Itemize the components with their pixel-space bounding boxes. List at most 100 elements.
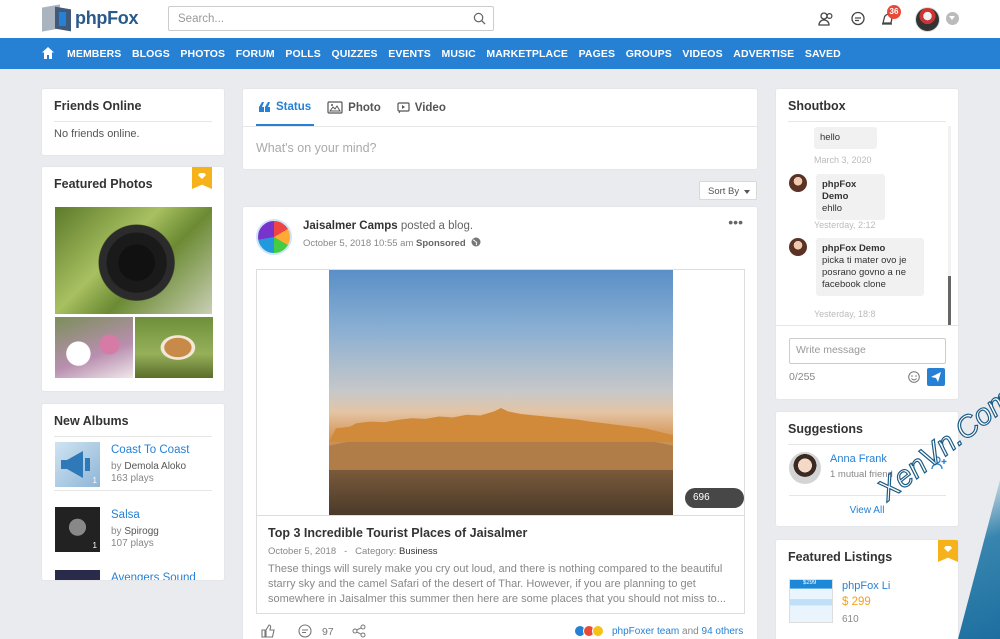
post-author-avatar[interactable] [256,219,292,255]
composer-tabs: Status Photo Video [256,89,459,126]
album-plays: 163 plays [111,473,154,484]
album-name[interactable]: Coast To Coast [111,444,189,456]
views-badge: 696 views [685,488,744,523]
nav-item-members[interactable]: MEMBERS [67,48,121,60]
friends-online-empty: No friends online. [54,128,140,140]
album-name[interactable]: Avengers Sound [111,572,196,580]
nav-item-groups[interactable]: GROUPS [626,48,672,60]
home-icon[interactable] [41,46,55,60]
nav-item-polls[interactable]: POLLS [285,48,321,60]
post-options-icon[interactable]: ••• [728,215,743,229]
search-box [168,6,494,31]
video-icon [397,101,410,113]
shout-message: hello [814,127,877,149]
emoji-icon[interactable] [908,371,920,383]
blog-description: These things will surely make you cry ou… [268,563,726,605]
friends-online-card: Friends Online No friends online. [42,89,224,155]
blog-category[interactable]: Business [399,546,438,557]
shout-char-counter: 0/255 [789,371,816,383]
post-author[interactable]: Jaisalmer Camps [303,220,398,232]
user-menu-chevron-icon[interactable] [946,12,959,25]
album-thumb[interactable] [55,570,100,580]
nav-item-music[interactable]: MUSIC [441,48,475,60]
featured-photo-2[interactable] [55,317,133,378]
shoutbox-title: Shoutbox [788,99,846,113]
album-item[interactable]: 1 Coast To Coast by Demola Aloko 163 pla… [55,442,215,488]
album-track-count: 1 [92,541,97,550]
send-button[interactable] [927,368,945,386]
listing-name[interactable]: phpFox Li [842,580,890,592]
messages-icon[interactable] [850,11,866,27]
listing-price: $ 299 [842,596,871,608]
listing-views: 610 [842,614,859,625]
like-icon[interactable] [261,624,276,638]
shout-time: Yesterday, 18:8 [814,309,876,319]
featured-listings-title: Featured Listings [788,550,893,564]
shoutbox-scrollbar[interactable] [948,126,951,326]
tab-photo[interactable]: Photo [324,89,384,126]
shout-time: Yesterday, 2:12 [814,220,876,230]
nav-item-events[interactable]: EVENTS [388,48,431,60]
divider [789,495,946,496]
comment-icon[interactable] [298,624,312,638]
globe-icon [471,237,481,247]
quote-icon [259,101,270,112]
blog-image[interactable] [329,270,673,515]
shout-avatar[interactable] [789,238,807,256]
tab-status[interactable]: Status [256,89,315,126]
featured-photo-3[interactable] [135,317,213,378]
featured-listings-card: Featured Listings $299 phpFox Li $ 299 6… [776,540,958,639]
blog-attachment[interactable]: 696 views Top 3 Incredible Tourist Place… [256,269,745,614]
user-avatar[interactable] [915,7,940,32]
top-bar: phpFox 36 [0,0,1000,38]
view-all-link[interactable]: View All [776,505,958,516]
search-icon[interactable] [473,12,486,25]
share-icon[interactable] [352,624,366,638]
friend-requests-icon[interactable] [818,11,834,27]
album-name[interactable]: Salsa [111,509,140,521]
reaction-icons[interactable] [574,625,608,637]
shout-message-input[interactable] [789,338,946,364]
logo[interactable]: phpFox [42,4,138,32]
main-nav: MEMBERS BLOGS PHOTOS FORUM POLLS QUIZZES EVENT… [0,38,1000,69]
nav-item-advertise[interactable]: ADVERTISE [733,48,794,60]
post-date[interactable]: October 5, 2018 10:55 am [303,238,413,249]
nav-item-marketplace[interactable]: MARKETPLACE [486,48,568,60]
shout-author[interactable]: phpFox Demo [822,243,885,254]
nav-item-quizzes[interactable]: QUIZZES [331,48,377,60]
shout-message: phpFox Demo ehllo [816,174,885,220]
comment-count: 97 [322,626,334,638]
listing-thumb[interactable]: $299 [789,579,833,623]
nav-item-forum[interactable]: FORUM [236,48,275,60]
sponsored-label: Sponsored [416,238,466,249]
album-item[interactable]: Avengers Sound [55,570,215,580]
sort-by-dropdown[interactable]: Sort By [699,181,757,200]
suggestion-avatar[interactable] [789,452,821,484]
featured-photo-1[interactable] [55,207,212,314]
blog-title[interactable]: Top 3 Incredible Tourist Places of Jaisa… [268,526,527,540]
nav-item-saved[interactable]: SAVED [805,48,841,60]
nav-item-photos[interactable]: PHOTOS [180,48,225,60]
nav-item-videos[interactable]: VIDEOS [682,48,722,60]
featured-photos-card: Featured Photos [42,167,224,391]
suggestion-name[interactable]: Anna Frank [830,453,887,465]
search-input[interactable] [169,7,459,30]
album-thumb[interactable]: 1 [55,442,100,487]
divider [257,515,744,516]
nav-item-pages[interactable]: PAGES [579,48,615,60]
send-icon [931,372,941,382]
shout-avatar[interactable] [789,174,807,192]
nav-item-blogs[interactable]: BLOGS [132,48,170,60]
album-author: by Demola Aloko [111,461,187,472]
shout-author[interactable]: phpFox Demo [822,179,856,202]
new-albums-card: New Albums 1 Coast To Coast by Demola Al… [42,404,224,580]
divider [788,121,946,122]
album-track-count: 1 [92,476,97,485]
photo-icon [327,101,343,114]
shout-message: phpFox Demo picka ti mater ovo je posrano… [816,238,924,296]
tab-video[interactable]: Video [394,89,449,126]
status-input[interactable] [256,141,736,155]
album-thumb[interactable]: 1 [55,507,100,552]
reactions-summary[interactable]: phpFoxer team and 94 others [612,626,743,637]
album-item[interactable]: 1 Salsa by Spirogg 107 plays [55,507,215,553]
